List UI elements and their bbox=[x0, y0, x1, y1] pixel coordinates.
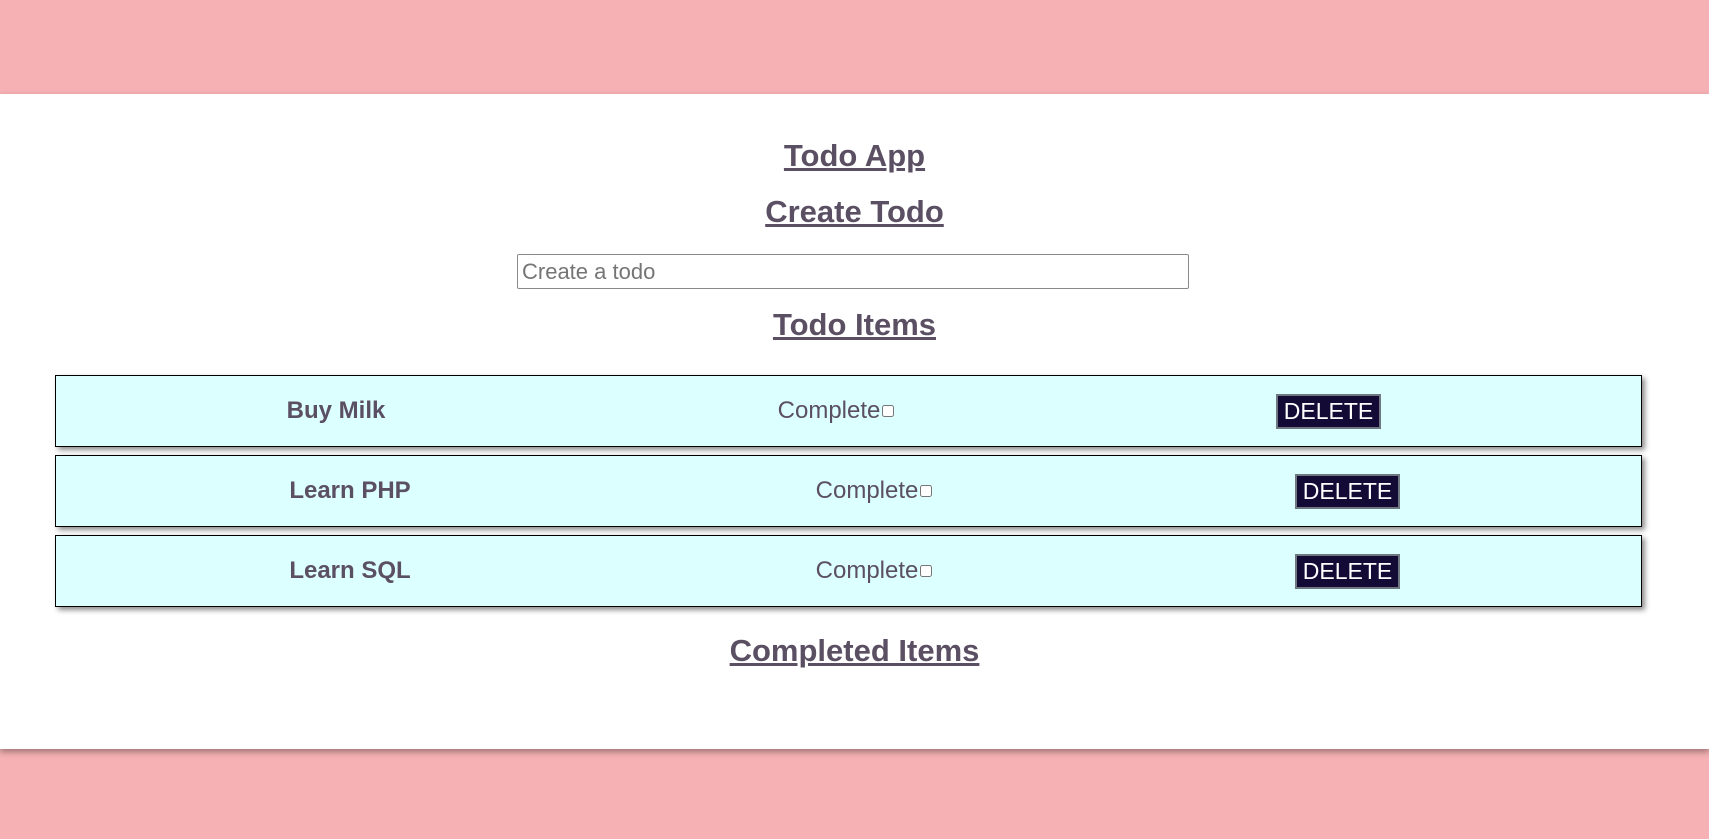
todo-row: Buy Milk Complete DELETE bbox=[55, 375, 1642, 447]
todo-action: DELETE bbox=[1094, 473, 1641, 509]
complete-label: Complete bbox=[815, 557, 919, 584]
todo-complete-group: Complete bbox=[630, 557, 1094, 585]
complete-label: Complete bbox=[777, 397, 881, 424]
todo-complete-group: Complete bbox=[630, 477, 1094, 505]
create-todo-input[interactable] bbox=[517, 254, 1189, 289]
todo-items-heading: Todo Items bbox=[772, 307, 937, 342]
delete-button[interactable]: DELETE bbox=[1294, 553, 1401, 589]
todo-action: DELETE bbox=[1094, 553, 1641, 589]
todo-list: Buy Milk Complete DELETE Learn PHP Compl… bbox=[55, 375, 1642, 615]
todo-title: Learn SQL bbox=[289, 557, 411, 584]
app-title: Todo App bbox=[783, 138, 926, 173]
todo-complete-group: Complete bbox=[616, 397, 1056, 425]
delete-button[interactable]: DELETE bbox=[1294, 473, 1401, 509]
create-todo-heading: Create Todo bbox=[765, 194, 944, 229]
delete-button[interactable]: DELETE bbox=[1275, 393, 1382, 429]
todo-row: Learn PHP Complete DELETE bbox=[55, 455, 1642, 527]
todo-title: Buy Milk bbox=[286, 397, 386, 424]
todo-row: Learn SQL Complete DELETE bbox=[55, 535, 1642, 607]
completed-items-heading: Completed Items bbox=[729, 633, 980, 668]
todo-action: DELETE bbox=[1056, 393, 1641, 429]
todo-title: Learn PHP bbox=[289, 477, 411, 504]
app-card: Todo App Create Todo Todo Items Buy Milk… bbox=[0, 94, 1709, 749]
complete-checkbox[interactable] bbox=[920, 565, 933, 577]
complete-label: Complete bbox=[815, 477, 919, 504]
complete-checkbox[interactable] bbox=[882, 405, 895, 417]
complete-checkbox[interactable] bbox=[920, 485, 933, 497]
